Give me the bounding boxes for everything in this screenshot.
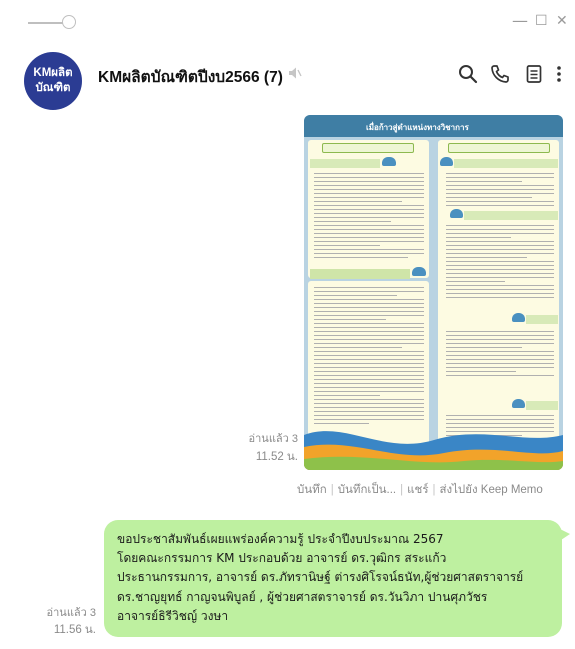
chat-header: KMผลิต บัณฑิต KMผลิตบัณฑิตปีงบ2566 (7): [0, 40, 575, 110]
image-message-read: อ่านแล้ว 3: [248, 433, 298, 445]
text-message-read: อ่านแล้ว 3: [46, 607, 96, 619]
phone-icon[interactable]: [490, 64, 510, 84]
share-action[interactable]: แชร์: [407, 484, 428, 496]
infographic-text-block: [314, 287, 424, 427]
infographic-text-block: [446, 331, 554, 379]
infographic-subheading: [454, 159, 558, 168]
save-as-action[interactable]: บันทึกเป็น...: [338, 484, 396, 496]
avatar-line1: KMผลิต: [33, 67, 73, 79]
infographic-banner-text: เมื่อก้าวสู่ตำแหน่งทางวิชาการ: [366, 123, 469, 132]
message-line: โดยคณะกรรมการ KM ประกอบด้วย อาจารย์ ดร.ว…: [117, 551, 447, 566]
window-titlebar: — ☐ ✕: [0, 0, 575, 40]
message-line: ดร.ชาญยุทธ์ กาญจนพิบูลย์ , ผู้ช่วยศาสตรา…: [117, 589, 488, 604]
infographic-subheading: [310, 159, 380, 168]
keep-memo-action[interactable]: ส่งไปยัง Keep Memo: [440, 484, 543, 496]
search-icon[interactable]: [458, 64, 478, 84]
cloud-icon: [450, 209, 463, 218]
pin-icon[interactable]: [62, 15, 76, 29]
image-message-time: 11.52 น.: [255, 451, 298, 463]
message-line: อาจารย์ธิรีวิชญ์ วงษา: [117, 608, 229, 623]
message-line: ประธานกรรมการ, อาจารย์ ดร.ภัทรานิษฐ์ ต่า…: [117, 570, 524, 585]
cloud-icon: [382, 157, 396, 166]
cloud-icon: [512, 399, 525, 408]
chat-title[interactable]: KMผลิตบัณฑิตปีงบ2566 (7): [98, 64, 283, 89]
maximize-button[interactable]: ☐: [535, 12, 548, 30]
group-avatar[interactable]: KMผลิต บัณฑิต: [24, 52, 82, 110]
infographic-text-block: [446, 225, 554, 301]
text-message-bubble[interactable]: ขอประชาสัมพันธ์เผยแพร่องค์ความรู้ ประจำป…: [104, 520, 570, 637]
image-message[interactable]: เมื่อก้าวสู่ตำแหน่งทางวิชาการ: [304, 115, 563, 470]
infographic-subheading: [464, 211, 558, 220]
infographic-wave: [304, 431, 563, 470]
infographic-subheading: [526, 401, 558, 410]
infographic-heading: [448, 143, 550, 153]
avatar-line2: บัณฑิต: [35, 82, 71, 94]
close-button[interactable]: ✕: [556, 12, 568, 30]
infographic-subheading-2: [310, 269, 410, 279]
minimize-button[interactable]: —: [512, 12, 528, 30]
cloud-icon: [412, 267, 426, 276]
infographic-heading: [322, 143, 414, 153]
cloud-icon: [512, 313, 525, 322]
infographic-text-block: [446, 173, 554, 209]
message-line: ขอประชาสัมพันธ์เผยแพร่องค์ความรู้ ประจำป…: [117, 532, 444, 546]
cloud-icon: [440, 157, 453, 166]
notes-icon[interactable]: [524, 64, 544, 84]
infographic-subheading: [526, 315, 558, 324]
more-icon[interactable]: [553, 64, 565, 84]
infographic-text-block: [314, 173, 424, 261]
image-actions-bar: บันทึก | บันทึกเป็น... | แชร์ | ส่งไปยัง Keep …: [297, 484, 543, 496]
mute-icon: [289, 67, 302, 79]
save-action[interactable]: บันทึก: [297, 484, 327, 496]
text-message-time: 11.56 น.: [53, 624, 96, 636]
